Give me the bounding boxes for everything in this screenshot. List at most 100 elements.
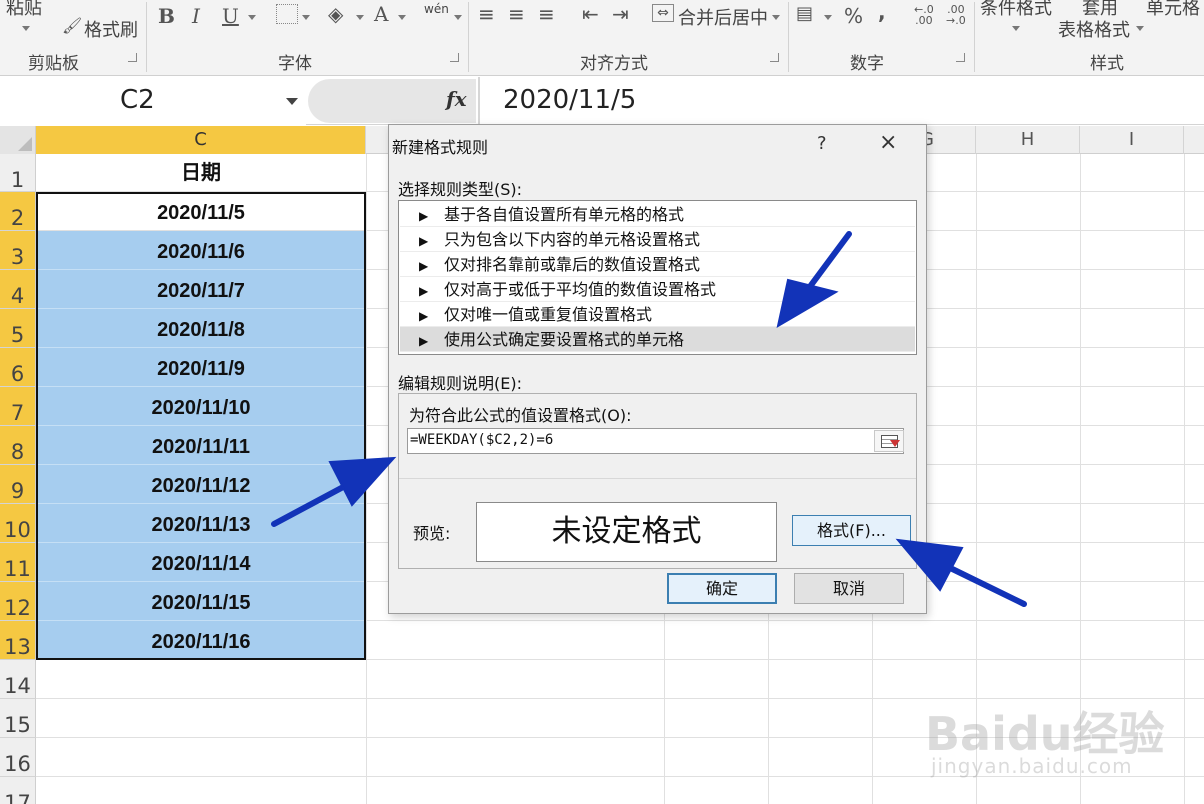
- column-header-c[interactable]: C: [36, 126, 366, 154]
- table-format-button[interactable]: 表格格式: [1058, 16, 1130, 42]
- conditional-format-button[interactable]: 条件格式: [980, 0, 1052, 20]
- conditional-format-dropdown-icon[interactable]: [1012, 26, 1020, 31]
- rule-type-item[interactable]: ▶ 仅对唯一值或重复值设置格式: [400, 302, 915, 327]
- divider: [146, 2, 147, 72]
- date-cell[interactable]: 2020/11/15: [36, 582, 366, 621]
- font-color-dropdown-icon[interactable]: [398, 15, 406, 20]
- cancel-button[interactable]: 取消: [794, 573, 904, 604]
- format-button[interactable]: 格式(F)...: [792, 515, 911, 546]
- row-header-4[interactable]: 4: [0, 270, 36, 309]
- row-header-7[interactable]: 7: [0, 387, 36, 426]
- ok-button[interactable]: 确定: [667, 573, 777, 604]
- align-right-icon[interactable]: ≡: [538, 2, 555, 26]
- rule-type-item[interactable]: ▶ 仅对排名靠前或靠后的数值设置格式: [400, 252, 915, 277]
- decrease-decimal-button[interactable]: .00 →.0: [946, 4, 966, 26]
- rule-type-item[interactable]: ▶ 使用公式确定要设置格式的单元格: [400, 327, 915, 352]
- date-cell[interactable]: 2020/11/10: [36, 387, 366, 426]
- merge-dropdown-icon[interactable]: [772, 15, 780, 20]
- rule-type-item[interactable]: ▶ 仅对高于或低于平均值的数值设置格式: [400, 277, 915, 302]
- paste-button[interactable]: 粘贴: [6, 0, 42, 20]
- row-header-10[interactable]: 10: [0, 504, 36, 543]
- bold-button[interactable]: B: [158, 4, 175, 28]
- font-launcher-icon[interactable]: [450, 53, 459, 62]
- rule-type-item[interactable]: ▶ 基于各自值设置所有单元格的格式: [400, 202, 915, 227]
- rule-type-list[interactable]: ▶ 基于各自值设置所有单元格的格式 ▶ 只为包含以下内容的单元格设置格式 ▶ 仅对排名靠前…: [398, 200, 917, 355]
- column-header-i[interactable]: I: [1080, 126, 1184, 154]
- arrow-icon: [890, 440, 900, 447]
- header-cell-date[interactable]: 日期: [36, 154, 366, 192]
- rule-type-item[interactable]: ▶ 只为包含以下内容的单元格设置格式: [400, 227, 915, 252]
- row-header-14[interactable]: 14: [0, 660, 36, 699]
- align-center-icon[interactable]: ≡: [508, 2, 525, 26]
- row-header-13[interactable]: 13: [0, 621, 36, 660]
- fill-color-icon[interactable]: ◈: [328, 2, 343, 26]
- date-cell[interactable]: 2020/11/16: [36, 621, 366, 660]
- decrease-indent-icon[interactable]: ⇤: [582, 2, 599, 26]
- comma-button[interactable]: ,: [878, 0, 886, 24]
- format-painter-button[interactable]: 格式刷: [84, 16, 138, 42]
- increase-decimal-button[interactable]: ←.0 .00: [914, 4, 934, 26]
- formula-input-field[interactable]: =WEEKDAY($C2,2)=6: [407, 428, 904, 454]
- expand-arrow-icon: ▶: [419, 259, 429, 273]
- percent-button[interactable]: %: [844, 4, 863, 28]
- paste-dropdown-icon[interactable]: [22, 26, 30, 31]
- row-header-2[interactable]: 2: [0, 192, 36, 231]
- date-cell[interactable]: 2020/11/8: [36, 309, 366, 348]
- row-header-11[interactable]: 11: [0, 543, 36, 582]
- date-cell[interactable]: 2020/11/12: [36, 465, 366, 504]
- name-box[interactable]: C2: [0, 77, 306, 125]
- row-header-8[interactable]: 8: [0, 426, 36, 465]
- underline-button[interactable]: U: [222, 4, 239, 28]
- italic-button[interactable]: I: [192, 4, 200, 28]
- row-header-17[interactable]: 17: [0, 777, 36, 804]
- number-launcher-icon[interactable]: [956, 53, 965, 62]
- name-box-dropdown-icon[interactable]: [286, 98, 298, 105]
- accounting-dropdown-icon[interactable]: [824, 15, 832, 20]
- date-cell[interactable]: 2020/11/6: [36, 231, 366, 270]
- column-header-h[interactable]: H: [976, 126, 1080, 154]
- date-cell[interactable]: 2020/11/7: [36, 270, 366, 309]
- alignment-launcher-icon[interactable]: [770, 53, 779, 62]
- divider: [974, 2, 975, 72]
- cell-style-button[interactable]: 单元格: [1146, 0, 1200, 20]
- rule-description-panel: 为符合此公式的值设置格式(O): =WEEKDAY($C2,2)=6 预览: 未…: [398, 393, 917, 569]
- row-header-6[interactable]: 6: [0, 348, 36, 387]
- row-header-5[interactable]: 5: [0, 309, 36, 348]
- row-header-3[interactable]: 3: [0, 231, 36, 270]
- row-header-12[interactable]: 12: [0, 582, 36, 621]
- close-icon[interactable]: ×: [879, 131, 897, 155]
- row-header-15[interactable]: 15: [0, 699, 36, 738]
- number-group-label: 数字: [850, 54, 884, 74]
- date-cell[interactable]: 2020/11/9: [36, 348, 366, 387]
- date-cell[interactable]: 2020/11/14: [36, 543, 366, 582]
- collapse-dialog-button[interactable]: [874, 430, 904, 452]
- fill-dropdown-icon[interactable]: [356, 15, 364, 20]
- format-painter-icon[interactable]: 🖌: [62, 14, 82, 38]
- table-format-dropdown-icon[interactable]: [1136, 26, 1144, 31]
- rule-type-label-text: 基于各自值设置所有单元格的格式: [444, 205, 685, 224]
- underline-dropdown-icon[interactable]: [248, 15, 256, 20]
- date-cell[interactable]: 2020/11/11: [36, 426, 366, 465]
- border-icon[interactable]: [276, 4, 298, 24]
- date-cell[interactable]: 2020/11/5: [36, 192, 366, 231]
- align-left-icon[interactable]: ≡: [478, 2, 495, 26]
- help-button[interactable]: ?: [817, 133, 827, 154]
- formula-bar: C2 fx 2020/11/5: [0, 77, 1204, 125]
- date-cell[interactable]: 2020/11/13: [36, 504, 366, 543]
- phonetic-dropdown-icon[interactable]: [454, 15, 462, 20]
- formula-input[interactable]: 2020/11/5: [503, 85, 636, 115]
- phonetic-button[interactable]: wén: [424, 2, 449, 16]
- insert-function-icon[interactable]: fx: [446, 87, 467, 111]
- font-color-button[interactable]: A: [374, 2, 388, 26]
- increase-indent-icon[interactable]: ⇥: [612, 2, 629, 26]
- merge-center-icon[interactable]: ⇔: [652, 4, 674, 22]
- border-dropdown-icon[interactable]: [302, 15, 310, 20]
- merge-center-button[interactable]: 合并后居中: [678, 4, 768, 30]
- row-header-9[interactable]: 9: [0, 465, 36, 504]
- row-header-1[interactable]: 1: [0, 154, 36, 192]
- row-header-16[interactable]: 16: [0, 738, 36, 777]
- clipboard-launcher-icon[interactable]: [128, 53, 137, 62]
- select-all-button[interactable]: [0, 126, 36, 154]
- accounting-format-icon[interactable]: ▤: [796, 2, 813, 26]
- divider: [399, 478, 916, 479]
